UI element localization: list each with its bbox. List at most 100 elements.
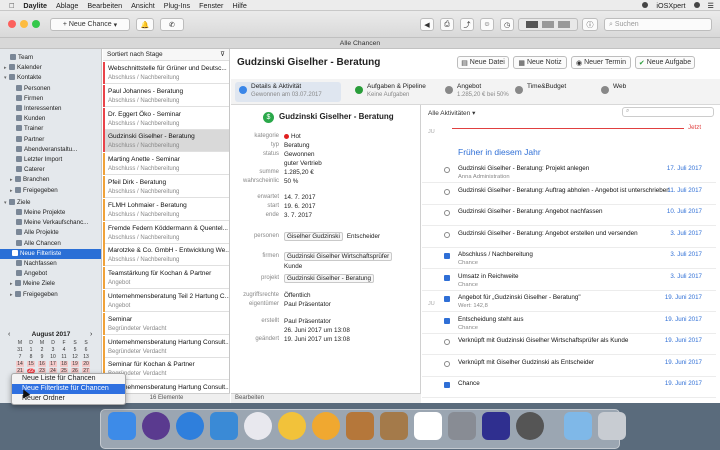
list-item[interactable]: Gudzinski Giselher - Beratung Abschluss /… (103, 130, 229, 153)
calendar-day[interactable]: 13 (82, 354, 90, 360)
activity-filter[interactable]: Alle Aktivitäten ▾ (428, 109, 475, 117)
edit-link[interactable]: Bearbeiten (231, 393, 421, 403)
bell-icon[interactable]: 🔔 (136, 18, 154, 31)
list-item[interactable]: Unternehmensberatung Hartung Consult... B… (103, 335, 229, 358)
itunes-icon[interactable] (244, 412, 272, 440)
zoom-button[interactable] (32, 20, 40, 28)
list-item[interactable]: Teamstärkung für Kochan & Partner Angebot (103, 267, 229, 290)
list-item[interactable]: Fremde Federn Köddermann & Quentel... Abs… (103, 221, 229, 244)
field-value[interactable]: 50 % (284, 178, 298, 185)
sidebar-item[interactable]: Personen (16, 84, 51, 94)
view-detail-icon[interactable] (558, 21, 570, 28)
sidebar-item[interactable]: Letzter Import (16, 155, 62, 165)
list-item[interactable]: Marotzke & Co. GmbH - Entwicklung We... A… (103, 244, 229, 267)
activity-row[interactable]: Gudzinski Giselher - Beratung: Projekt a… (422, 163, 716, 183)
list-item[interactable]: Unternehmensberatung Teil 2 Hartung C...… (103, 290, 229, 312)
calendar-day[interactable]: 7 (16, 354, 24, 360)
list-item[interactable]: Seminar Begründeter Verdacht (103, 312, 229, 335)
tab-0[interactable]: Details & Aktivität Gewonnen am 03.07.201… (235, 82, 341, 102)
settings-icon[interactable] (448, 412, 476, 440)
sidebar-item[interactable]: ▸ Branchen (10, 175, 50, 185)
close-button[interactable] (8, 20, 16, 28)
list-item[interactable]: Paul Johannes - Beratung Abschluss / Nach… (103, 84, 229, 107)
menu-bearbeiten[interactable]: Bearbeiten (87, 1, 122, 10)
list-item[interactable]: Marting Anette - Seminar Abschluss / Nach… (103, 153, 229, 176)
calendar-day[interactable]: 14 (16, 361, 24, 367)
field-value[interactable]: 1.285,20 € (284, 169, 314, 176)
sidebar-item[interactable]: ▸ Freigegeben (10, 186, 58, 196)
menu-app[interactable]: Daylite (23, 1, 47, 10)
calendar-day[interactable]: 8 (27, 354, 35, 360)
sidebar-item[interactable]: Meine Verkaufschanc... (16, 218, 88, 228)
tab-1[interactable]: Aufgaben & Pipeline Keine Aufgaben (351, 82, 431, 102)
sidebar-item[interactable]: Alle Chancen (16, 239, 61, 249)
daylite-icon[interactable] (346, 412, 374, 440)
activity-row[interactable]: Verknüpft mit Gudzinski Giselher Wirtsch… (422, 335, 716, 355)
phone-icon[interactable]: ✆ (160, 18, 184, 31)
activity-row[interactable]: Gudzinski Giselher - Beratung: Angebot n… (422, 206, 716, 226)
activity-row[interactable]: Chance 19. Juni 2017 (422, 378, 716, 398)
sidebar-item[interactable]: Trainer (16, 124, 43, 134)
list-item[interactable]: FLMH Lohmaier - Beratung Abschluss / Nach… (103, 198, 229, 221)
field-value[interactable]: Paul Präsentator (284, 301, 331, 308)
app-icon[interactable] (312, 412, 340, 440)
filter-icon[interactable]: ⊽ (220, 49, 225, 61)
context-menu-item[interactable]: Neue Liste für Chancen (12, 374, 125, 384)
activity-row[interactable]: Verknüpft mit Giselher Gudzinski als Ent… (422, 357, 716, 377)
calendar-prev-icon[interactable]: ‹ (8, 331, 10, 338)
activity-row[interactable]: Angebot für „Gudzinski Giselher - Beratu… (422, 292, 716, 312)
calendar-day[interactable]: 5 (71, 347, 79, 353)
sidebar-item[interactable]: Neue Filterliste (0, 248, 101, 259)
calendar-day[interactable]: 18 (60, 361, 68, 367)
sidebar-item[interactable]: Meine Projekte (16, 208, 65, 218)
sidebar-item[interactable]: Angebot (16, 269, 47, 279)
relation-value[interactable]: Gudzinski Giselher Wirtschaftsprüfer (284, 252, 393, 261)
search-icon[interactable] (693, 2, 700, 8)
app-icon[interactable] (516, 412, 544, 440)
photos-icon[interactable] (482, 412, 510, 440)
new-file-button[interactable]: ▤ Neue Datei (457, 56, 509, 69)
list-item[interactable]: Dr. Eggert Öko - Seminar Abschluss / Nach… (103, 107, 229, 130)
sidebar-item[interactable]: ▸ Meine Ziele (10, 279, 55, 289)
status-icon[interactable] (642, 2, 649, 8)
sidebar-item[interactable]: Caterer (16, 165, 45, 175)
calendar-day[interactable]: 12 (71, 354, 79, 360)
menu-fenster[interactable]: Fenster (199, 1, 223, 10)
relation-chip[interactable]: Gudzinski Giselher - Beratung (284, 274, 374, 283)
field-value[interactable]: Beratung (284, 142, 310, 149)
view-sidebar-icon[interactable] (526, 21, 538, 28)
view-switcher[interactable] (518, 18, 578, 31)
app-icon[interactable] (278, 412, 306, 440)
clock-icon[interactable]: ◷ (500, 18, 514, 31)
calendar-next-icon[interactable]: › (90, 331, 92, 338)
sidebar-item[interactable]: Firmen (16, 94, 43, 104)
new-task-button[interactable]: ✔ Neue Aufgabe (635, 56, 695, 69)
list-item[interactable]: Webschnittstelle für Grüner und Deutsc..… (103, 62, 229, 84)
calendar-day[interactable]: 6 (82, 347, 90, 353)
relation-value[interactable]: Gudzinski Giselher - Beratung (284, 274, 374, 283)
sidebar-item[interactable]: ▸ Kalender (4, 63, 42, 73)
sidebar-item[interactable]: Abendveranstaltu... (16, 145, 77, 155)
calendar-day[interactable]: 1 (27, 347, 35, 353)
calendar-day[interactable]: 11 (60, 354, 68, 360)
relation-chip[interactable]: Gudzinski Giselher Wirtschaftsprüfer (284, 252, 393, 261)
new-appointment-button[interactable]: ◉ Neuer Termin (571, 56, 631, 69)
list-item[interactable]: Pfeil Dirk - Beratung Abschluss / Nachber… (103, 176, 229, 198)
tab-2[interactable]: Angebot 1.285,20 € bei 50% (441, 82, 521, 102)
calendar-day[interactable]: 2 (38, 347, 46, 353)
mail-icon[interactable] (210, 412, 238, 440)
tab-3[interactable]: Time&Budget (511, 82, 591, 102)
calendar-day[interactable]: 15 (27, 361, 35, 367)
field-value[interactable]: 19. 6. 2017 (284, 203, 316, 210)
sidebar-item[interactable]: ▾ Kontakte (4, 73, 41, 83)
calendar-day[interactable]: 31 (16, 347, 24, 353)
calendar-day[interactable]: 10 (49, 354, 57, 360)
sidebar-item[interactable]: Partner (16, 135, 44, 145)
new-chance-button[interactable]: + Neue Chance ▾ (50, 18, 130, 31)
user-name[interactable]: iOSXpert (656, 1, 685, 10)
print-icon[interactable]: ⎙ (440, 18, 454, 31)
info-icon[interactable]: ⓘ (582, 18, 598, 31)
minimize-button[interactable] (20, 20, 28, 28)
sidebar-item[interactable]: Team (10, 53, 33, 63)
sidebar-item[interactable]: ▾ Ziele (4, 198, 30, 208)
